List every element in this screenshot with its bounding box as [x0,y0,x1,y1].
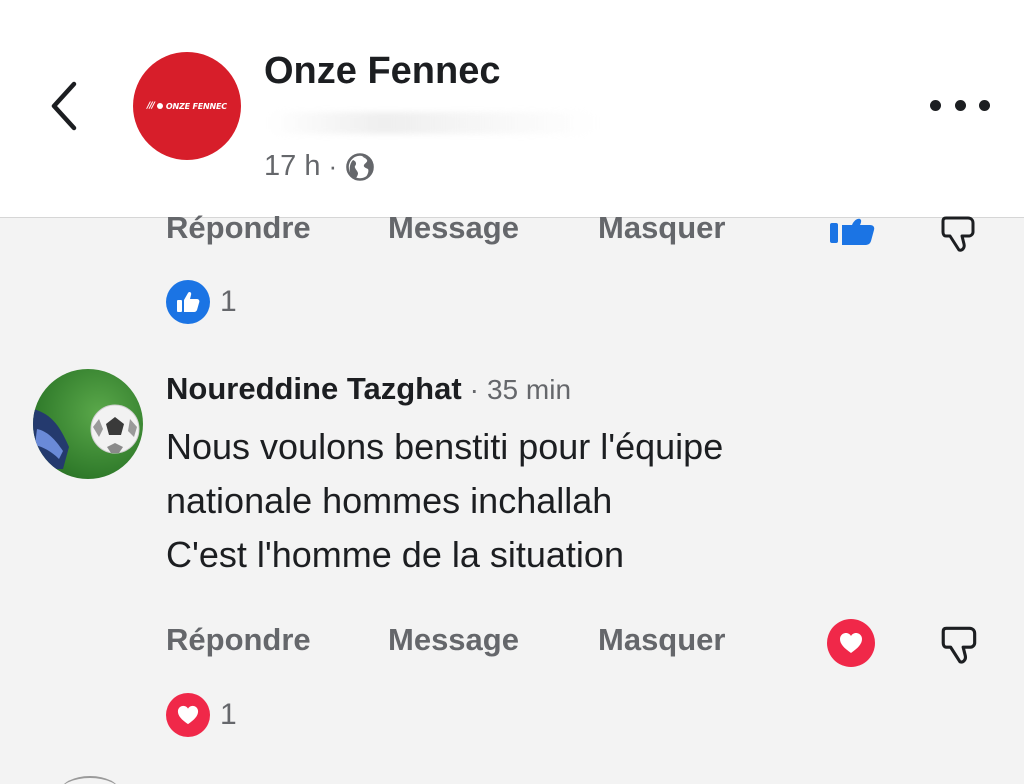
post-time: 17 h [264,150,321,182]
hide-button[interactable]: Masquer [598,622,725,658]
comment-line: nationale hommes inchallah [166,480,613,521]
dislike-button[interactable] [938,622,982,666]
user-avatar[interactable] [33,369,143,479]
hide-button[interactable]: Masquer [598,210,725,246]
reaction-summary[interactable]: 1 [166,280,237,324]
back-button[interactable] [40,70,90,140]
more-dot [979,99,990,111]
football-avatar [33,404,140,469]
like-badge [166,280,210,324]
reaction-summary[interactable]: 1 [166,693,237,737]
next-comment-avatar [60,776,120,784]
comment-text: Nous voulons benstiti pour l'équipe nati… [166,420,966,582]
reply-button[interactable]: Répondre [166,622,311,658]
more-options-button[interactable] [930,90,990,120]
love-reaction-button[interactable] [827,619,875,667]
onze-fennec-logo: /// ONZE FENNEC [147,101,227,111]
like-icon [177,291,200,312]
reaction-count: 1 [220,285,237,318]
like-icon [830,218,875,245]
heart-icon [177,705,199,725]
thumbs-down-icon [941,216,975,252]
meta-separator: · [328,151,338,181]
post-meta: 17 h · [264,150,375,183]
message-button[interactable]: Message [388,622,519,658]
message-button[interactable]: Message [388,210,519,246]
comment-time: 35 min [486,374,572,405]
comment-separator: · [469,374,479,405]
comment-author[interactable]: Noureddine Tazghat [166,371,462,407]
comment-line: C'est l'homme de la situation [166,534,624,575]
blurred-subtitle [268,112,598,134]
page-avatar[interactable]: /// ONZE FENNEC [133,52,241,160]
post-header: /// ONZE FENNEC Onze Fennec 17 h · [0,0,1024,218]
comment-header: Noureddine Tazghat · 35 min [166,371,571,407]
comment-line: Nous voulons benstiti pour l'équipe [166,426,724,467]
dislike-button[interactable] [938,212,980,254]
thumbs-down-icon [941,626,977,664]
chevron-left-icon [51,81,77,131]
reaction-count: 1 [220,698,237,731]
globe-icon [346,152,374,181]
heart-icon [840,633,862,653]
love-badge [166,693,210,737]
more-dot [954,99,966,111]
comments-screen: /// ONZE FENNEC Onze Fennec 17 h · Répon… [0,0,1024,784]
more-dot [930,99,941,111]
like-reaction-button[interactable] [828,217,876,247]
page-name[interactable]: Onze Fennec [264,50,501,93]
reply-button[interactable]: Répondre [166,210,311,246]
